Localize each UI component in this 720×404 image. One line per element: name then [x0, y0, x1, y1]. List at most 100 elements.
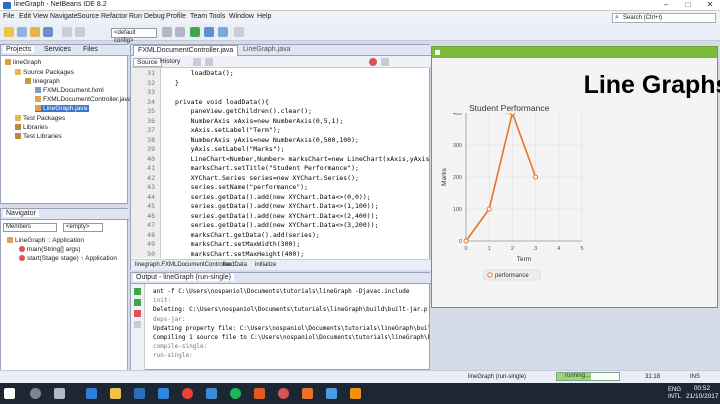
menu-help[interactable]: Help: [257, 13, 271, 20]
config-select[interactable]: <default config>: [111, 28, 157, 44]
new-project-icon[interactable]: [4, 27, 14, 37]
menu-debug[interactable]: Debug: [144, 13, 165, 20]
menu-tools[interactable]: Tools: [209, 13, 225, 20]
java-icon[interactable]: [302, 388, 313, 399]
output-tab[interactable]: Output - lineGraph (run-single): [133, 274, 234, 281]
tree-label: Test Packages: [23, 115, 66, 122]
projects-panel: Projects Services Files lineGraph Source…: [0, 44, 132, 204]
legend-marker: [487, 272, 493, 278]
tree-item[interactable]: linegraph: [25, 78, 60, 85]
progress-bar[interactable]: running...: [556, 372, 620, 381]
tab-projects[interactable]: Projects: [3, 46, 35, 53]
store-icon[interactable]: [134, 388, 145, 399]
start-icon[interactable]: [4, 388, 15, 399]
system-clock[interactable]: 00:52 21/10/2017: [686, 385, 719, 401]
maximize-icon[interactable]: □: [678, 0, 698, 11]
task-view-icon[interactable]: [54, 388, 65, 399]
members-select[interactable]: Members: [3, 223, 57, 232]
tree-item[interactable]: lineGraph: [5, 59, 41, 66]
filter-select[interactable]: <empty>: [63, 223, 103, 232]
code-line: series.getData().add(new XYChart.Data<>(…: [175, 192, 371, 201]
debug-icon[interactable]: [204, 27, 214, 37]
code-line: marksChart.setMaxWidth(300);: [175, 240, 301, 248]
menu-profile[interactable]: Profile: [166, 13, 186, 20]
search-input[interactable]: ⌕ Search (Ctrl+I): [612, 13, 716, 23]
close-icon[interactable]: ✕: [700, 0, 720, 11]
tree-item[interactable]: Test Libraries: [15, 133, 62, 140]
menu-edit[interactable]: Edit: [19, 13, 31, 20]
menu-navigate[interactable]: Navigate: [50, 13, 78, 20]
mail-icon[interactable]: [158, 388, 169, 399]
tree-label: start(Stage stage) ↑ Application: [27, 255, 117, 262]
spotify-icon[interactable]: [230, 388, 241, 399]
language-indicator[interactable]: ENG INTL: [668, 387, 681, 401]
navigator-panel: Navigator Members <empty> LineGraph :: A…: [0, 208, 129, 386]
new-file-icon[interactable]: [17, 27, 27, 37]
menu-source[interactable]: Source: [77, 13, 99, 20]
profile-icon[interactable]: [218, 27, 228, 37]
progress-label: running...: [565, 373, 591, 379]
tab-linegraph[interactable]: LineGraph.java: [243, 46, 290, 53]
javafx-window: Line Graphs Student Performance 0 100 200 3…: [431, 46, 720, 308]
tree-item[interactable]: FXMLDocumentController.java: [35, 96, 132, 103]
search-placeholder: Search (Ctrl+I): [623, 15, 663, 21]
explorer-icon[interactable]: [110, 388, 121, 399]
tab-navigator[interactable]: Navigator: [3, 210, 39, 217]
navigator-header: Navigator: [1, 209, 129, 220]
clean-build-icon[interactable]: [175, 27, 185, 37]
app-icon[interactable]: [254, 388, 265, 399]
search-taskbar-icon[interactable]: [30, 388, 41, 399]
x-tick-label: 5: [580, 246, 583, 252]
code-line: NumberAxis yAxis=new NumberAxis(0,500,10…: [175, 135, 359, 144]
open-project-icon[interactable]: [30, 27, 40, 37]
code-line: paneView.getChildren().clear();: [175, 107, 312, 115]
tree-item[interactable]: FXMLDocument.fxml: [35, 87, 104, 94]
redo-icon[interactable]: [75, 27, 85, 37]
tree-item[interactable]: Libraries: [15, 124, 48, 131]
menu-window[interactable]: Window: [229, 13, 254, 20]
menu-team[interactable]: Team: [190, 13, 207, 20]
library-icon: [15, 133, 21, 139]
app-icon-3[interactable]: [350, 388, 361, 399]
tree-label: Libraries: [23, 124, 48, 131]
run-icon[interactable]: [190, 27, 200, 37]
editor-tabs: FXMLDocumentController.java LineGraph.ja…: [131, 45, 431, 56]
tree-item[interactable]: start(Stage stage) ↑ Application: [19, 255, 117, 262]
code-area[interactable]: loadData();} private void loadData(){ pan…: [131, 69, 429, 259]
tree-item[interactable]: Source Packages: [15, 69, 74, 76]
save-all-icon[interactable]: [43, 27, 53, 37]
minimize-icon[interactable]: –: [656, 0, 676, 11]
memory-icon[interactable]: [234, 27, 244, 37]
x-tick-label: 1: [488, 246, 491, 252]
tree-item[interactable]: LineGraph :: Application: [7, 237, 84, 244]
tab-files[interactable]: Files: [80, 46, 101, 53]
tab-fxml-controller[interactable]: FXMLDocumentController.java: [133, 45, 239, 56]
opera-icon[interactable]: [278, 388, 289, 399]
tree-item-selected[interactable]: LineGraph.java: [35, 105, 90, 112]
fxml-file-icon: [35, 87, 41, 93]
tree-item[interactable]: main(String[] args): [19, 246, 80, 253]
data-point: [533, 174, 539, 180]
menu-file[interactable]: File: [3, 13, 14, 20]
chrome-icon[interactable]: [182, 388, 193, 399]
breadcrumb-class[interactable]: linegraph.FXMLDocumentController: [135, 262, 231, 268]
edge-icon[interactable]: [86, 388, 97, 399]
breadcrumb-initialize[interactable]: initialize: [255, 262, 276, 268]
back-icon[interactable]: [193, 58, 201, 66]
record-icon[interactable]: [381, 58, 389, 66]
netbeans-taskbar-icon[interactable]: [206, 388, 217, 399]
code-line: xAxis.setLabel("Term");: [175, 126, 281, 134]
breadcrumb-method[interactable]: loadData: [223, 262, 247, 268]
history-tab[interactable]: History: [157, 58, 183, 65]
menu-view[interactable]: View: [33, 13, 48, 20]
menu-refactor[interactable]: Refactor: [101, 13, 127, 20]
tree-item[interactable]: Test Packages: [15, 115, 65, 122]
forward-icon[interactable]: [205, 58, 213, 66]
undo-icon[interactable]: [62, 27, 72, 37]
tab-services[interactable]: Services: [41, 46, 74, 53]
output-text[interactable]: ant -f C:\Users\nospaniol\Documents\tuto…: [131, 284, 429, 370]
build-icon[interactable]: [162, 27, 172, 37]
menu-run[interactable]: Run: [129, 13, 142, 20]
app-icon-2[interactable]: [326, 388, 337, 399]
stop-macro-icon[interactable]: [369, 58, 377, 66]
